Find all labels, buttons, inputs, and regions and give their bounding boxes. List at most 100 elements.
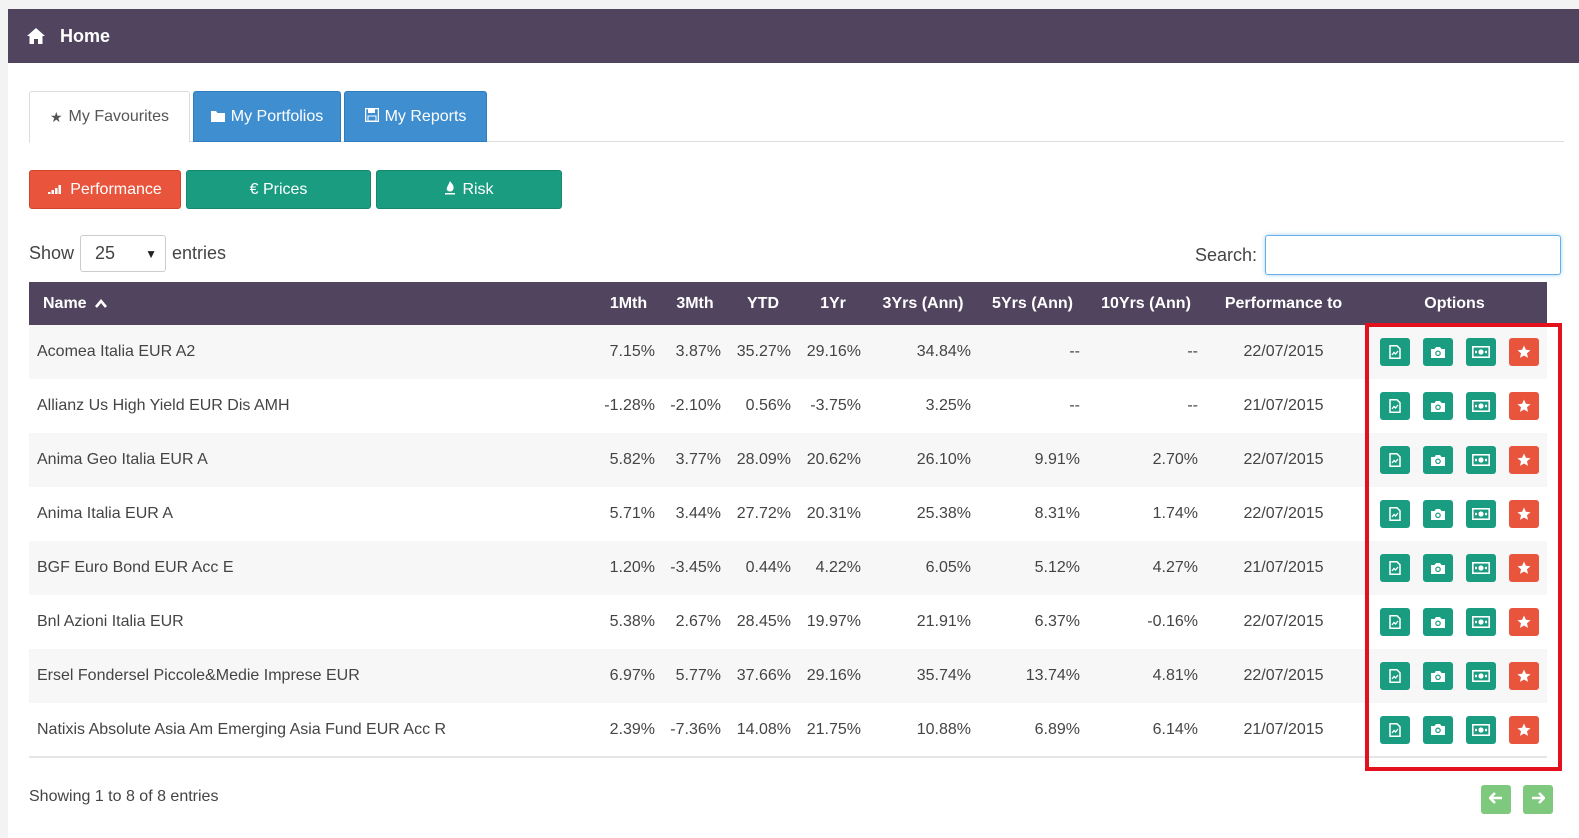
col-ytd-cell: 27.72% [736,505,791,522]
tab-label: My Reports [384,107,467,125]
col-1yr-header[interactable]: 1Yr [798,282,868,325]
table-row: Natixis Absolute Asia Am Emerging Asia F… [29,703,1547,757]
star-icon [1517,723,1531,737]
next-page-button[interactable] [1523,785,1553,814]
tab-my-reports[interactable]: My Reports [344,91,487,142]
column-label: 1Mth [609,294,648,312]
col-5yrs-cell: -- [1069,343,1080,360]
camera-icon [1430,346,1446,359]
options-cell [1362,325,1547,379]
report-icon [1389,507,1401,521]
table-row: Anima Italia EUR A 5.71% 3.44% 27.72% 20.31%… [29,487,1547,541]
snapshot-button[interactable] [1423,446,1453,474]
arrow-right-icon [1531,791,1546,809]
favourite-button[interactable] [1509,608,1539,636]
favourite-button[interactable] [1509,715,1539,744]
col-ytd-cell: 0.56% [745,397,791,414]
page-title: Home [60,25,111,46]
col-ytd-cell: 35.27% [736,343,791,360]
prices-option-button[interactable] [1466,446,1496,474]
entries-select[interactable]: 25 ▼ [80,235,167,272]
factsheet-button[interactable] [1380,662,1410,690]
snapshot-button[interactable] [1423,392,1453,420]
factsheet-button[interactable] [1380,554,1410,582]
options-cell [1362,595,1547,649]
column-label: Name [43,294,87,312]
favourite-button[interactable] [1509,446,1539,474]
col-5yrs-cell: 8.31% [1034,505,1080,522]
column-label: Options [1424,294,1485,312]
factsheet-button[interactable] [1380,715,1410,744]
search-input[interactable] [1265,235,1562,275]
options-cell [1362,433,1547,487]
prices-option-button[interactable] [1466,500,1496,528]
folder-icon [210,109,225,125]
table-row: Bnl Azioni Italia EUR 5.38% 2.67% 28.45% 19.… [29,595,1547,649]
table-row: Ersel Fondersel Piccole&Medie Imprese EU… [29,649,1547,703]
previous-page-button[interactable] [1481,785,1511,814]
col-5yrs-cell: 9.91% [1034,451,1080,468]
col-1yr-cell: -3.75% [810,397,861,414]
col-3mth-header[interactable]: 3Mth [662,282,728,325]
col-name-cell: Acomea Italia EUR A2 [37,343,196,360]
prices-option-button[interactable] [1466,715,1496,744]
risk-button[interactable]: Risk [376,170,562,209]
col-1yr-cell: 21.75% [806,720,861,738]
col-10yrs-header[interactable]: 10Yrs (Ann) [1087,282,1205,325]
snapshot-button[interactable] [1423,500,1453,528]
money-icon [1472,616,1490,628]
snapshot-button[interactable] [1423,338,1453,366]
table-row: Allianz Us High Yield EUR Dis AMH -1.28% -… [29,379,1547,433]
star-icon [1517,507,1531,521]
performance-button[interactable]: Performance [29,170,181,209]
col-1mth-cell: 6.97% [609,667,655,684]
favourites-table: Name 1Mth 3Mth YTD 1Yr 3Yrs (Ann) 5Yrs (Ann) 1… [29,282,1547,758]
col-performance-to-cell: 21/07/2015 [1243,397,1324,414]
factsheet-button[interactable] [1380,608,1410,636]
tab-my-favourites[interactable]: ★ My Favourites [29,91,190,143]
col-3yrs-header[interactable]: 3Yrs (Ann) [868,282,978,325]
col-3yrs-cell: 10.88% [916,720,971,738]
factsheet-button[interactable] [1380,338,1410,366]
col-3yrs-cell: 3.25% [925,397,971,414]
prices-option-button[interactable] [1466,608,1496,636]
favourite-button[interactable] [1509,554,1539,582]
snapshot-button[interactable] [1423,662,1453,690]
col-1mth-header[interactable]: 1Mth [595,282,662,325]
options-cell [1362,379,1547,433]
factsheet-button[interactable] [1380,500,1410,528]
report-icon [1389,722,1401,737]
tab-my-portfolios[interactable]: My Portfolios [193,91,341,142]
report-icon [1389,669,1401,683]
home-icon [26,27,46,45]
prices-option-button[interactable] [1466,392,1496,420]
col-ytd-header[interactable]: YTD [728,282,798,325]
camera-icon [1430,508,1446,521]
snapshot-button[interactable] [1423,554,1453,582]
prices-option-button[interactable] [1466,662,1496,690]
star-icon [1517,453,1531,467]
col-5yrs-header[interactable]: 5Yrs (Ann) [978,282,1087,325]
col-1mth-cell: 7.15% [609,343,655,360]
view-button-row: Performance € Prices Risk [29,170,567,209]
favourite-button[interactable] [1509,662,1539,690]
favourite-button[interactable] [1509,338,1539,366]
tab-label: My Favourites [68,108,170,125]
col-name-header[interactable]: Name [29,282,595,325]
favourite-button[interactable] [1509,500,1539,528]
snapshot-button[interactable] [1423,715,1453,744]
col-1mth-cell: 5.71% [609,505,655,522]
star-icon [1517,345,1531,359]
factsheet-button[interactable] [1380,392,1410,420]
col-performance-to-header[interactable]: Performance to [1205,282,1362,325]
tab-label: My Portfolios [230,107,324,125]
prices-option-button[interactable] [1466,554,1496,582]
prices-button[interactable]: € Prices [186,170,371,209]
favourite-button[interactable] [1509,392,1539,420]
snapshot-button[interactable] [1423,608,1453,636]
camera-icon [1430,562,1446,575]
prices-option-button[interactable] [1466,338,1496,366]
col-performance-to-cell: 22/07/2015 [1243,343,1324,360]
factsheet-button[interactable] [1380,446,1410,474]
sort-ascending-icon [87,295,108,312]
